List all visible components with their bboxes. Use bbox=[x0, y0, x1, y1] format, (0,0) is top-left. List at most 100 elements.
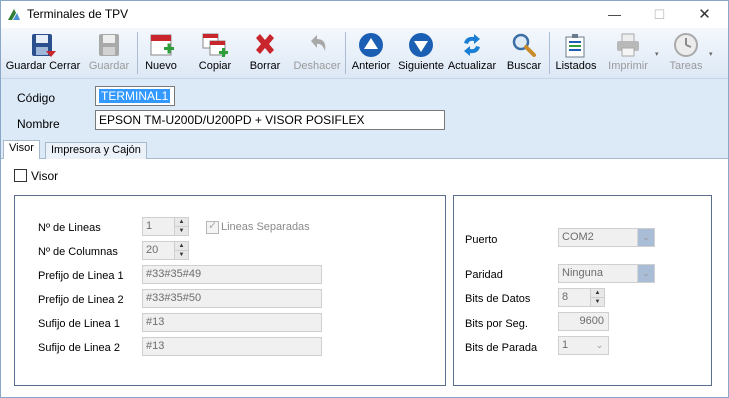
paridad-value: Ninguna bbox=[562, 267, 603, 279]
borrar-button[interactable]: Borrar bbox=[245, 30, 285, 76]
imprimir-button[interactable]: Imprimir bbox=[603, 30, 653, 76]
sufijo1-field[interactable]: #13 bbox=[142, 313, 322, 332]
reports-icon bbox=[565, 34, 585, 58]
close-button[interactable]: ✕ bbox=[682, 1, 727, 28]
puerto-value: COM2 bbox=[562, 231, 594, 243]
puerto-label: Puerto bbox=[465, 234, 498, 246]
copy-icon bbox=[202, 33, 228, 57]
nuevo-button[interactable]: Nuevo bbox=[141, 30, 181, 76]
visor-checkbox[interactable] bbox=[14, 169, 27, 182]
lineas-stepper[interactable]: 1 ▲ ▼ bbox=[142, 217, 189, 236]
app-logo-icon bbox=[8, 9, 20, 20]
bits-datos-spin[interactable]: ▲ ▼ bbox=[590, 289, 604, 306]
sufijo1-label: Sufijo de Linea 1 bbox=[38, 318, 120, 330]
spin-up-icon: ▲ bbox=[594, 290, 601, 296]
record-header: Código TERMINAL1 Nombre EPSON TM-U200D/U… bbox=[1, 79, 728, 141]
bits-datos-stepper[interactable]: 8 ▲ ▼ bbox=[558, 288, 605, 307]
delete-icon bbox=[256, 34, 274, 54]
previous-icon bbox=[359, 33, 383, 57]
save-close-icon bbox=[32, 34, 56, 57]
actualizar-button[interactable]: Actualizar bbox=[447, 30, 497, 76]
print-icon bbox=[617, 33, 639, 57]
columnas-label: Nº de Columnas bbox=[38, 246, 118, 258]
guardar-label: Guardar bbox=[88, 60, 130, 72]
tareas-label: Tareas bbox=[669, 60, 703, 72]
lineas-value: 1 bbox=[146, 220, 153, 232]
borrar-label: Borrar bbox=[249, 60, 281, 72]
guardar-button[interactable]: Guardar bbox=[85, 30, 133, 76]
nombre-label: Nombre bbox=[17, 117, 60, 131]
columnas-spin[interactable]: ▲ ▼ bbox=[174, 242, 188, 259]
puerto-select[interactable]: COM2 ⌄ bbox=[558, 228, 655, 247]
prefijo1-field[interactable]: #33#35#49 bbox=[142, 265, 322, 284]
search-icon bbox=[512, 33, 536, 57]
prefijo2-field[interactable]: #33#35#50 bbox=[142, 289, 322, 308]
new-icon bbox=[150, 34, 174, 56]
codigo-field[interactable]: TERMINAL1 bbox=[95, 86, 175, 106]
deshacer-button[interactable]: Deshacer bbox=[291, 30, 343, 76]
bits-datos-label: Bits de Datos bbox=[465, 293, 531, 305]
paridad-label: Paridad bbox=[465, 269, 503, 281]
tareas-button[interactable]: Tareas bbox=[665, 30, 707, 76]
refresh-icon bbox=[464, 34, 480, 56]
lineas-spin[interactable]: ▲ ▼ bbox=[174, 218, 188, 235]
codigo-label: Código bbox=[17, 91, 56, 105]
codigo-value: TERMINAL1 bbox=[99, 89, 171, 103]
bits-parada-label: Bits de Parada bbox=[465, 342, 538, 354]
spin-down-icon: ▼ bbox=[175, 226, 188, 234]
imprimir-dropdown-icon[interactable]: ▾ bbox=[655, 50, 659, 58]
listados-label: Listados bbox=[555, 60, 597, 72]
anterior-label: Anterior bbox=[351, 60, 391, 72]
tareas-dropdown-icon[interactable]: ▾ bbox=[709, 50, 713, 58]
anterior-button[interactable]: Anterior bbox=[348, 30, 394, 76]
toolbar-separator bbox=[137, 32, 138, 74]
visor-checkbox-label: Visor bbox=[31, 169, 59, 183]
display-lines-group: Nº de Lineas 1 ▲▼ Lineas Separadas Nº de… bbox=[14, 195, 446, 386]
serial-port-group: Puerto COM2 ⌄ Paridad Ninguna ⌄ Bits de … bbox=[453, 195, 712, 386]
paridad-select[interactable]: Ninguna ⌄ bbox=[558, 264, 655, 283]
nombre-field[interactable]: EPSON TM-U200D/U200PD + VISOR POSIFLEX bbox=[95, 110, 445, 130]
copiar-button[interactable]: Copiar bbox=[193, 30, 237, 76]
tab-visor[interactable]: Visor bbox=[3, 140, 40, 160]
nuevo-label: Nuevo bbox=[145, 60, 177, 72]
maximize-button[interactable]: ☐ bbox=[637, 1, 682, 28]
bits-parada-value: 1 bbox=[562, 339, 569, 351]
spin-down-icon: ▼ bbox=[175, 250, 188, 258]
actualizar-label: Actualizar bbox=[447, 60, 497, 72]
title-bar: Terminales de TPV — ☐ ✕ bbox=[1, 1, 728, 28]
columnas-stepper[interactable]: 20 ▲ ▼ bbox=[142, 241, 189, 260]
bits-seg-field[interactable]: 9600 bbox=[558, 312, 609, 331]
imprimir-label: Imprimir bbox=[608, 60, 648, 72]
tasks-icon bbox=[674, 33, 698, 57]
bits-parada-select[interactable]: 1 ⌄ bbox=[558, 336, 609, 355]
spin-up-icon: ▲ bbox=[178, 243, 185, 249]
tab-panel-visor: Visor Nº de Lineas 1 ▲▼ Lineas Separadas… bbox=[1, 159, 728, 397]
chevron-down-icon: ⌄ bbox=[637, 229, 654, 246]
prefijo1-label: Prefijo de Linea 1 bbox=[38, 270, 124, 282]
sufijo2-label: Sufijo de Linea 2 bbox=[38, 342, 120, 354]
guardar-cerrar-label: Guardar Cerrar bbox=[5, 60, 81, 72]
main-window: Terminales de TPV — ☐ ✕ Guardar Cerrar G… bbox=[0, 0, 729, 398]
tab-strip: Visor Impresora y Cajón bbox=[1, 140, 728, 160]
guardar-cerrar-button[interactable]: Guardar Cerrar bbox=[3, 30, 83, 76]
spin-up-icon: ▲ bbox=[178, 219, 185, 225]
minimize-button[interactable]: — bbox=[592, 1, 637, 28]
lineas-separadas-label: Lineas Separadas bbox=[221, 221, 310, 233]
next-icon bbox=[409, 33, 433, 57]
toolbar: Guardar Cerrar Guardar Nuevo Copiar Borr… bbox=[1, 28, 728, 79]
prefijo2-label: Prefijo de Linea 2 bbox=[38, 294, 124, 306]
toolbar-separator bbox=[549, 32, 550, 74]
buscar-button[interactable]: Buscar bbox=[504, 30, 544, 76]
lineas-label: Nº de Lineas bbox=[38, 222, 101, 234]
deshacer-label: Deshacer bbox=[293, 60, 341, 72]
tab-impresora-cajon[interactable]: Impresora y Cajón bbox=[45, 142, 147, 159]
listados-button[interactable]: Listados bbox=[553, 30, 599, 76]
save-icon bbox=[99, 34, 119, 56]
lineas-separadas-checkbox[interactable] bbox=[206, 219, 219, 234]
chevron-down-icon: ⌄ bbox=[595, 340, 604, 350]
undo-icon bbox=[311, 35, 326, 51]
toolbar-separator bbox=[345, 32, 346, 74]
siguiente-button[interactable]: Siguiente bbox=[396, 30, 446, 76]
bits-datos-value: 8 bbox=[562, 291, 569, 303]
sufijo2-field[interactable]: #13 bbox=[142, 337, 322, 356]
